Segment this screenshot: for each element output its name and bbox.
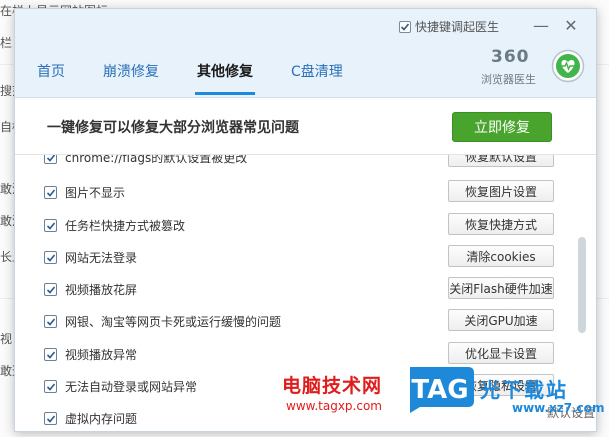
list-item: 网站无法登录 清除cookies — [15, 241, 575, 273]
item-label: 视频播放花屏 — [65, 283, 138, 297]
item-checkbox[interactable] — [44, 380, 57, 393]
item-checkbox[interactable] — [44, 348, 57, 361]
item-action-button[interactable]: 清除cookies — [448, 245, 554, 267]
item-label: 无法自动登录或网站异常 — [65, 380, 198, 394]
item-checkbox[interactable] — [44, 186, 57, 199]
list-item: 任务栏快捷方式被篡改 恢复快捷方式 — [15, 209, 575, 241]
list-item: 视频播放花屏 关闭Flash硬件加速 — [15, 273, 575, 305]
item-label: 任务栏快捷方式被篡改 — [65, 219, 186, 233]
hotkey-checkbox[interactable] — [399, 20, 411, 33]
tab-crash-repair[interactable]: 崩溃修复 — [103, 61, 159, 91]
scrollbar-thumb[interactable] — [578, 237, 586, 333]
item-label: 图片不显示 — [65, 186, 126, 200]
item-label: 网站无法登录 — [65, 251, 138, 265]
brand-number: 360 — [491, 47, 530, 67]
bg-footer-text: 默认设置 — [546, 406, 595, 420]
repair-now-button[interactable]: 立即修复 — [452, 112, 552, 142]
item-checkbox[interactable] — [44, 315, 57, 328]
tab-c-drive-cleanup[interactable]: C盘清理 — [291, 61, 343, 91]
item-action-button[interactable]: 恢复快捷方式 — [448, 213, 554, 235]
dialog-header: 快捷键调起医生 — ✕ 首页 崩溃修复 其他修复 C盘清理 360 浏览器医生 — [15, 9, 596, 98]
close-button[interactable]: ✕ — [559, 15, 583, 35]
tab-other-repair[interactable]: 其他修复 — [195, 61, 255, 95]
item-action-button[interactable]: 恢复图片设置 — [448, 180, 554, 202]
list-item: 网银、淘宝等网页卡死或运行缓慢的问题 关闭GPU加速 — [15, 305, 575, 337]
item-checkbox[interactable] — [44, 251, 57, 264]
item-label: 网银、淘宝等网页卡死或运行缓慢的问题 — [65, 315, 282, 329]
repair-items-list: chrome://flags的默认设置被更改 恢复默认设置 图片不显示 恢复图片… — [15, 155, 596, 431]
list-item: 虚拟内存问题 — [15, 402, 575, 431]
item-action-button[interactable]: 优化显卡设置 — [448, 342, 554, 364]
list-item: chrome://flags的默认设置被更改 恢复默认设置 — [15, 155, 575, 173]
item-action-button[interactable]: 恢复隐私设置 — [448, 374, 554, 396]
list-item: 图片不显示 恢复图片设置 — [15, 176, 575, 208]
item-action-button[interactable]: 恢复默认设置 — [448, 155, 554, 167]
brand-name: 浏览器医生 — [481, 73, 536, 86]
item-checkbox[interactable] — [44, 283, 57, 296]
item-label: 虚拟内存问题 — [65, 412, 138, 426]
brand-block: 360 浏览器医生 — [481, 47, 589, 89]
banner-text: 一键修复可以修复大部分浏览器常见问题 — [47, 120, 299, 136]
minimize-button[interactable]: — — [529, 15, 553, 35]
list-item: 无法自动登录或网站异常 恢复隐私设置 — [15, 370, 575, 402]
heart-pulse-icon — [551, 49, 585, 83]
tab-bar: 首页 崩溃修复 其他修复 C盘清理 — [37, 61, 381, 95]
item-action-button[interactable]: 关闭GPU加速 — [448, 309, 554, 331]
hotkey-label: 快捷键调起医生 — [415, 20, 500, 34]
list-scrollbar[interactable] — [577, 155, 587, 431]
bg-setting-line: 栏 — [0, 36, 13, 50]
item-action-button[interactable]: 关闭Flash硬件加速 — [448, 277, 554, 299]
tab-home[interactable]: 首页 — [37, 61, 65, 91]
hotkey-option[interactable]: 快捷键调起医生 — [399, 18, 499, 35]
browser-doctor-dialog: 快捷键调起医生 — ✕ 首页 崩溃修复 其他修复 C盘清理 360 浏览器医生 … — [14, 8, 597, 432]
item-checkbox[interactable] — [44, 155, 57, 164]
list-item: 视频播放异常 优化显卡设置 — [15, 338, 575, 370]
item-label: chrome://flags的默认设置被更改 — [65, 155, 248, 165]
item-checkbox[interactable] — [44, 412, 57, 425]
bg-setting-line: 视 — [0, 332, 13, 346]
repair-banner: 一键修复可以修复大部分浏览器常见问题 立即修复 — [15, 98, 596, 155]
item-checkbox[interactable] — [44, 219, 57, 232]
item-label: 视频播放异常 — [65, 348, 138, 362]
